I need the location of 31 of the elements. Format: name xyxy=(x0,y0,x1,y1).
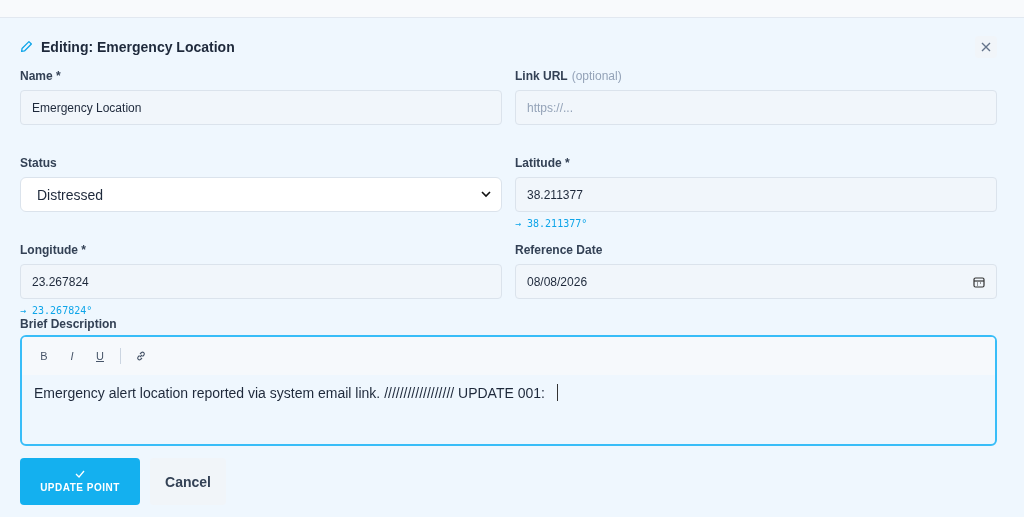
text-field[interactable]: 38.211377 xyxy=(515,177,997,212)
close-icon xyxy=(981,41,991,52)
field-label: Latitude * xyxy=(515,156,570,172)
close-button[interactable] xyxy=(975,35,997,58)
field-label: Name * xyxy=(20,69,61,85)
field-label: Reference Date xyxy=(515,243,603,259)
link-icon xyxy=(135,350,147,362)
text-field[interactable]: Emergency Location xyxy=(20,90,502,125)
date-field[interactable]: 08/08/2026 xyxy=(515,264,997,299)
calendar-icon xyxy=(973,275,985,288)
coordinate-hint: → 38.211377° xyxy=(515,218,589,229)
field-note: (optional) xyxy=(571,69,622,85)
rich-text-editor[interactable]: B I U Emergency alert location reported via system email link. ////////////////// UPDATE 001: xyxy=(20,335,997,446)
coordinate-hint: → 23.267824° xyxy=(20,305,94,316)
italic-button[interactable]: I xyxy=(60,344,84,368)
field-label: Link URL xyxy=(515,69,568,85)
pencil-icon xyxy=(20,40,33,53)
description-text: Emergency alert location reported via system email link. ////////////////// UPDATE 001: xyxy=(34,384,545,401)
text-field[interactable]: 23.267824 xyxy=(20,264,502,299)
field-label: Status xyxy=(20,156,57,172)
panel-title: Editing: Emergency Location xyxy=(41,38,236,55)
check-icon xyxy=(75,470,85,478)
chevron-down-icon xyxy=(481,191,491,198)
field-label: Brief Description xyxy=(20,317,118,333)
text-cursor xyxy=(556,384,558,401)
cancel-button[interactable]: Cancel xyxy=(150,458,226,505)
underline-button[interactable]: U xyxy=(88,344,112,368)
text-field[interactable]: https://... xyxy=(515,90,997,125)
field-label: Longitude * xyxy=(20,243,86,259)
status-select[interactable]: Distressed xyxy=(20,177,502,212)
bold-button[interactable]: B xyxy=(32,344,56,368)
